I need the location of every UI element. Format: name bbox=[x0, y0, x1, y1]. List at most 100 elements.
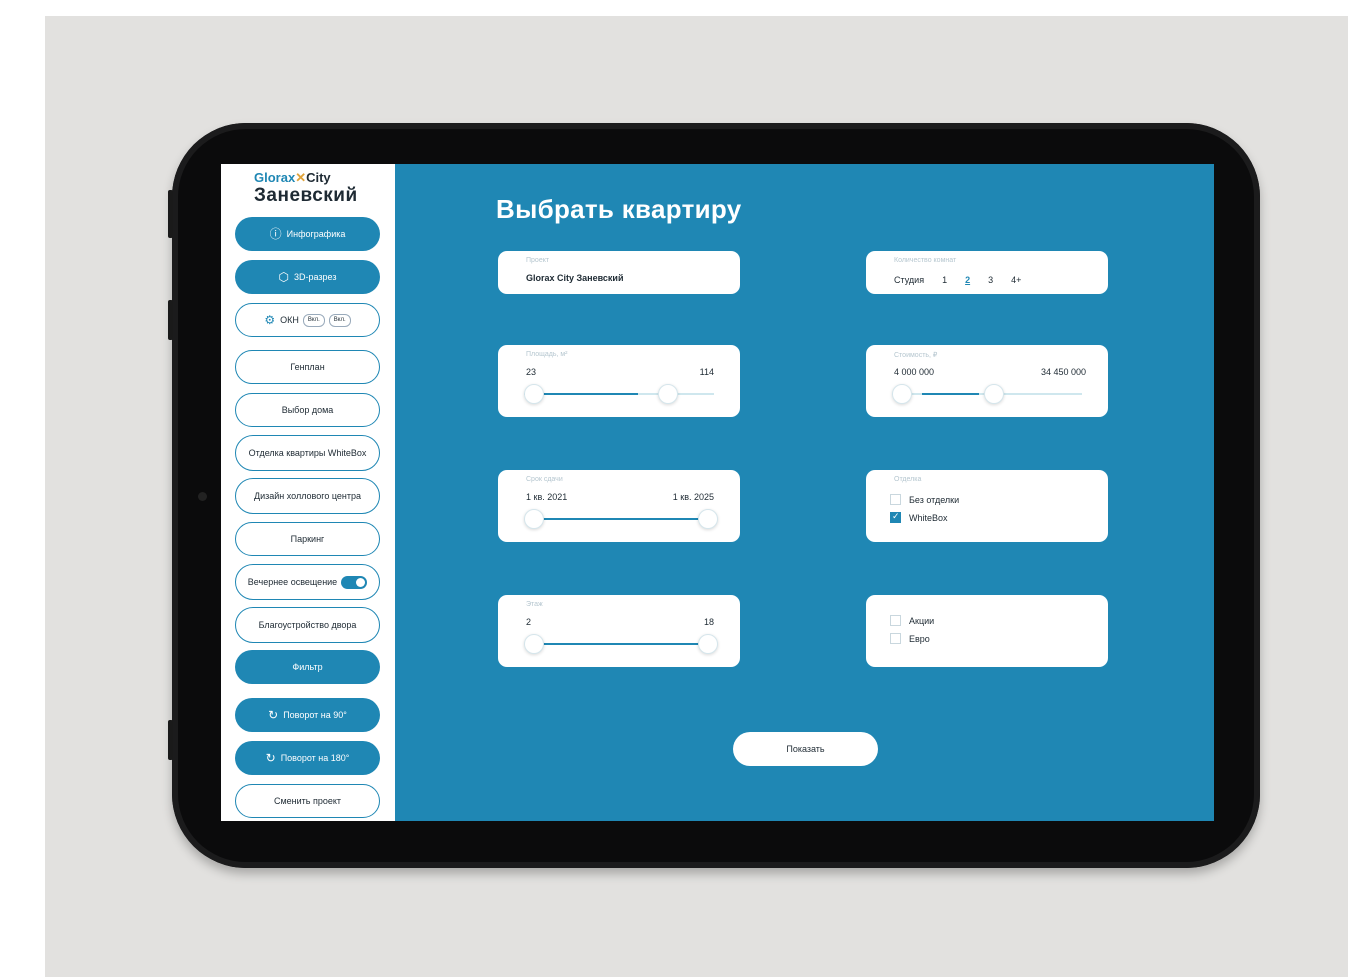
sidebar-item-label: Дизайн холлового центра bbox=[253, 490, 361, 501]
price-max: 34 450 000 bbox=[1040, 367, 1086, 377]
volume-button bbox=[168, 190, 173, 238]
sidebar-item-label: Инфографика bbox=[286, 228, 346, 239]
sidebar-item-change-project[interactable]: Сменить проект bbox=[235, 784, 380, 818]
brand-prefix: Glorax bbox=[254, 170, 296, 185]
rooms-label: Количество комнат bbox=[894, 257, 957, 264]
room-option-4plus[interactable]: 4+ bbox=[1011, 275, 1021, 285]
floor-fill bbox=[535, 643, 703, 645]
floor-max-handle[interactable] bbox=[698, 634, 718, 654]
area-track bbox=[524, 393, 714, 395]
sidebar-item-label: Сменить проект bbox=[273, 795, 342, 806]
okn-toggle-a[interactable]: Вкл. bbox=[302, 313, 325, 327]
floor-max: 18 bbox=[703, 617, 714, 627]
deadline-max: 1 кв. 2025 bbox=[672, 492, 714, 502]
extras-option-label: Акции bbox=[909, 615, 935, 626]
price-min: 4 000 000 bbox=[894, 367, 935, 377]
volume-button bbox=[168, 300, 173, 340]
sidebar-item-choose-house[interactable]: Выбор дома bbox=[235, 393, 380, 427]
page-title: Выбрать квартиру bbox=[496, 194, 742, 224]
sidebar-item-infographics[interactable]: ⓘ Инфографика bbox=[235, 217, 380, 251]
evening-light-toggle[interactable] bbox=[341, 575, 368, 589]
extras-option-euro[interactable]: Евро bbox=[890, 633, 930, 644]
brand-logo: Glorax✕City bbox=[254, 170, 331, 186]
area-min-handle[interactable] bbox=[524, 384, 544, 404]
room-option-studio[interactable]: Студия bbox=[894, 275, 924, 285]
sidebar-item-3d-section[interactable]: ⬡ 3D-разрез bbox=[235, 260, 380, 294]
sidebar-item-filter[interactable]: Фильтр bbox=[235, 650, 380, 684]
sidebar-item-label: ОКН bbox=[280, 314, 299, 325]
checkbox[interactable] bbox=[890, 494, 901, 505]
extras-option-promo[interactable]: Акции bbox=[890, 615, 934, 626]
sidebar-item-label: Выбор дома bbox=[281, 404, 334, 415]
deadline-slider: Срок сдачи 1 кв. 2021 1 кв. 2025 bbox=[498, 470, 740, 542]
sidebar-item-whitebox[interactable]: Отделка квартиры WhiteBox bbox=[235, 435, 380, 471]
sidebar-item-label: Отделка квартиры WhiteBox bbox=[248, 447, 367, 458]
sidebar-item-design[interactable]: Дизайн холлового центра bbox=[235, 478, 380, 514]
brand-x-icon: ✕ bbox=[295, 170, 307, 185]
rooms-options: Студия 1 2 3 4+ bbox=[894, 275, 1021, 285]
deadline-track bbox=[524, 518, 714, 520]
sidebar-item-label: 3D-разрез bbox=[294, 271, 337, 282]
floor-min: 2 bbox=[526, 617, 532, 627]
sidebar-item-evening-light[interactable]: Вечернее освещение bbox=[235, 564, 380, 600]
deadline-label: Срок сдачи bbox=[526, 476, 563, 483]
floor-label: Этаж bbox=[526, 601, 543, 608]
sidebar-item-label: Фильтр bbox=[292, 661, 323, 672]
deadline-fill bbox=[535, 518, 703, 520]
sidebar-item-okn[interactable]: ⚙ ОКН Вкл. Вкл. bbox=[235, 303, 380, 337]
finish-option-label: WhiteBox bbox=[909, 512, 948, 523]
sidebar-item-label: Благоустройство двора bbox=[258, 619, 357, 630]
sidebar-item-label: Паркинг bbox=[290, 533, 325, 544]
finish-option-whitebox[interactable]: WhiteBox bbox=[890, 511, 948, 523]
area-slider: Площадь, м² 23 114 bbox=[498, 345, 740, 417]
checkbox[interactable] bbox=[890, 615, 901, 626]
price-slider: Стоимость, ₽ 4 000 000 34 450 000 bbox=[866, 345, 1108, 417]
extras-option-label: Евро bbox=[909, 633, 930, 644]
finish-option-none[interactable]: Без отделки bbox=[890, 494, 959, 505]
info-icon: ⓘ bbox=[269, 226, 282, 241]
sidebar-item-label: Поворот на 90° bbox=[283, 709, 347, 720]
area-min: 23 bbox=[526, 367, 537, 377]
floor-track bbox=[524, 643, 714, 645]
sidebar-item-label: Вечернее освещение bbox=[247, 576, 338, 587]
rotate-icon: ↻ bbox=[265, 750, 276, 765]
sidebar-item-parking[interactable]: Паркинг bbox=[235, 522, 380, 556]
room-option-3[interactable]: 3 bbox=[988, 275, 993, 285]
sidebar-item-rotate-90[interactable]: ↻ Поворот на 90° bbox=[235, 698, 380, 732]
area-max-handle[interactable] bbox=[658, 384, 678, 404]
brand-name: Заневский bbox=[254, 185, 358, 206]
price-label: Стоимость, ₽ bbox=[894, 352, 938, 359]
rotate-icon: ↻ bbox=[268, 707, 279, 722]
deadline-min: 1 кв. 2021 bbox=[526, 492, 568, 502]
finish-option-label: Без отделки bbox=[909, 494, 960, 505]
project-select[interactable]: Проект Glorax City Заневский bbox=[498, 251, 740, 294]
checkbox[interactable] bbox=[890, 633, 901, 644]
area-label: Площадь, м² bbox=[526, 351, 568, 358]
deadline-min-handle[interactable] bbox=[524, 509, 544, 529]
checkbox-checked[interactable] bbox=[890, 511, 901, 523]
price-fill bbox=[922, 393, 980, 395]
sidebar-item-landscaping[interactable]: Благоустройство двора bbox=[235, 607, 380, 643]
area-max: 114 bbox=[699, 367, 714, 377]
price-min-handle[interactable] bbox=[892, 384, 912, 404]
brand-suffix: City bbox=[306, 170, 331, 185]
sidebar-item-genplan[interactable]: Генплан bbox=[235, 350, 380, 384]
deadline-max-handle[interactable] bbox=[698, 509, 718, 529]
finish-label: Отделка bbox=[894, 476, 922, 483]
room-option-2[interactable]: 2 bbox=[965, 275, 970, 285]
gear-icon: ⚙ bbox=[264, 312, 276, 327]
floor-min-handle[interactable] bbox=[524, 634, 544, 654]
room-option-1[interactable]: 1 bbox=[942, 275, 947, 285]
project-label: Проект bbox=[526, 257, 550, 264]
rooms-filter: Количество комнат Студия 1 2 3 4+ bbox=[866, 251, 1108, 294]
sidebar-item-label: Генплан bbox=[290, 361, 325, 372]
sidebar-item-label: Поворот на 180° bbox=[280, 752, 350, 763]
sidebar-item-rotate-180[interactable]: ↻ Поворот на 180° bbox=[235, 741, 380, 775]
project-value: Glorax City Заневский bbox=[526, 273, 624, 283]
okn-toggle-b[interactable]: Вкл. bbox=[328, 313, 351, 327]
extras-filter: Акции Евро bbox=[866, 595, 1108, 667]
sidebar: Glorax✕City Заневский ⓘ Инфографика ⬡ 3D… bbox=[221, 164, 395, 821]
price-max-handle[interactable] bbox=[984, 384, 1004, 404]
power-button bbox=[168, 720, 173, 760]
show-button[interactable]: Показать bbox=[733, 732, 878, 766]
